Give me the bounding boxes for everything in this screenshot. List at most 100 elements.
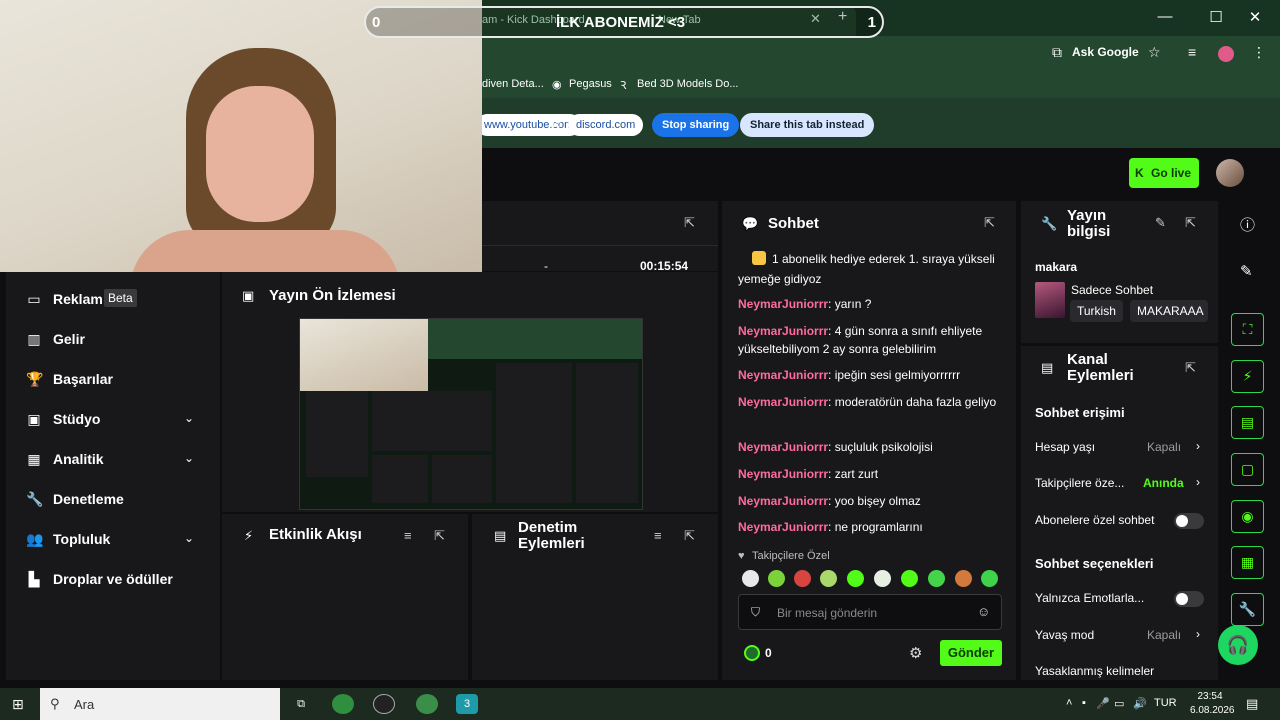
- bed-models-icon: Ꝛ: [620, 80, 627, 92]
- chat-message-input[interactable]: ⛉ Bir mesaj gönderin ☺: [738, 594, 1002, 630]
- webcam-overlay: [0, 0, 482, 272]
- emote-icon[interactable]: [955, 570, 972, 587]
- chat-username[interactable]: NeymarJuniorrr: [738, 467, 828, 481]
- wrench-icon: 🔧: [1041, 216, 1058, 231]
- emoji-icon[interactable]: ☺: [977, 604, 990, 619]
- beta-badge: Beta: [104, 289, 137, 307]
- edit-pencil-icon[interactable]: ✎: [1240, 262, 1253, 280]
- chrome-icon[interactable]: [332, 694, 354, 714]
- notifications-icon[interactable]: ▤: [1246, 696, 1258, 712]
- stop-sharing-button[interactable]: Stop sharing: [652, 113, 740, 137]
- minimize-icon[interactable]: —: [1150, 8, 1180, 25]
- slow-mode-label[interactable]: Yavaş mod: [1035, 628, 1094, 642]
- tray-app-icon[interactable]: ▪: [1082, 697, 1086, 709]
- microphone-icon[interactable]: 🎤: [1096, 697, 1110, 710]
- chat-username[interactable]: NeymarJuniorrr: [738, 395, 828, 409]
- windows-start-icon[interactable]: ⊞: [12, 696, 24, 713]
- chat-message: NeymarJuniorrr: yarın ?: [738, 297, 872, 311]
- emote-icon[interactable]: [847, 570, 864, 587]
- stream-timer: 00:15:54: [640, 259, 689, 273]
- broadcast-icon[interactable]: ◉: [1231, 500, 1264, 533]
- volume-icon[interactable]: 🔊: [1133, 697, 1147, 710]
- emote-icon[interactable]: [742, 570, 759, 587]
- followers-only-setting-label[interactable]: Takipçilere öze...: [1035, 476, 1124, 490]
- chrome-profile-icon[interactable]: [416, 694, 438, 714]
- chat-username[interactable]: NeymarJuniorrr: [738, 368, 828, 382]
- popout-icon[interactable]: ⇱: [684, 215, 695, 231]
- gift-sub-notice: 1 abonelik hediye ederek 1. sıraya yükse…: [752, 250, 1006, 268]
- channel-points-icon[interactable]: [744, 645, 760, 661]
- bookmark-item[interactable]: Pegasus: [569, 78, 612, 90]
- obs-icon[interactable]: [373, 694, 395, 714]
- profile-avatar[interactable]: [1218, 46, 1234, 62]
- lightning-icon[interactable]: ⚡: [1231, 360, 1264, 393]
- chevron-down-icon[interactable]: ⌄: [184, 451, 194, 465]
- popout-icon[interactable]: ⇱: [1185, 215, 1196, 231]
- task-view-icon[interactable]: ⧉: [290, 694, 312, 714]
- chat-bubble-icon[interactable]: ▢: [1231, 453, 1264, 486]
- send-button[interactable]: Gönder: [940, 640, 1002, 666]
- taskbar-clock[interactable]: 23:54 6.08.2026: [1190, 690, 1235, 718]
- chevron-right-icon[interactable]: ›: [1196, 439, 1200, 453]
- popout-icon[interactable]: ⇱: [984, 215, 995, 231]
- popout-icon[interactable]: ⇱: [1185, 360, 1196, 376]
- bookmark-item[interactable]: Bed 3D Models Do...: [637, 78, 739, 90]
- bookmark-star-icon[interactable]: ☆: [1148, 44, 1161, 61]
- battery-icon[interactable]: ▭: [1114, 697, 1124, 710]
- edit-pencil-icon[interactable]: ✎: [1155, 215, 1166, 231]
- popout-icon[interactable]: ⇱: [434, 528, 445, 544]
- maximize-icon[interactable]: ☐: [1201, 8, 1231, 26]
- chevron-down-icon[interactable]: ⌄: [184, 531, 194, 545]
- popout-icon[interactable]: ⇱: [684, 528, 695, 544]
- document-icon[interactable]: ▤: [1231, 406, 1264, 439]
- chevron-right-icon[interactable]: ›: [1196, 475, 1200, 489]
- emote-icon[interactable]: [981, 570, 998, 587]
- info-icon[interactable]: ⓘ: [1240, 214, 1255, 235]
- divider: [482, 245, 718, 246]
- filter-icon[interactable]: ≡: [404, 528, 412, 543]
- emote-icon[interactable]: [768, 570, 785, 587]
- menu-dots-icon[interactable]: ⋮: [1252, 44, 1266, 61]
- emote-icon[interactable]: [901, 570, 918, 587]
- ask-google-button[interactable]: Ask Google: [1072, 45, 1139, 59]
- account-age-label[interactable]: Hesap yaşı: [1035, 440, 1095, 454]
- filter-icon[interactable]: ≡: [654, 528, 662, 543]
- app-icon[interactable]: 3: [456, 694, 478, 714]
- bookmarks-bar: diven Deta... ◉ Pegasus Ꝛ Bed 3D Models …: [476, 72, 1280, 98]
- gear-icon[interactable]: ⚙: [909, 644, 922, 662]
- chat-username[interactable]: NeymarJuniorrr: [738, 297, 828, 311]
- chevron-right-icon[interactable]: ›: [1196, 627, 1200, 641]
- fullscreen-icon[interactable]: ⛶: [1231, 313, 1264, 346]
- emotes-only-toggle[interactable]: [1174, 591, 1204, 607]
- emote-icon[interactable]: [928, 570, 945, 587]
- chat-username[interactable]: NeymarJuniorrr: [738, 440, 828, 454]
- user-avatar[interactable]: [1216, 159, 1244, 187]
- chat-username[interactable]: NeymarJuniorrr: [738, 520, 828, 534]
- subscribers-only-toggle[interactable]: [1174, 513, 1204, 529]
- emote-icon[interactable]: [794, 570, 811, 587]
- help-chat-icon[interactable]: 🎧: [1218, 625, 1258, 665]
- shield-icon: ⛉: [751, 605, 761, 619]
- dashboard-header: K Go live: [482, 148, 1280, 198]
- banned-words-label[interactable]: Yasaklanmış kelimeler: [1035, 664, 1154, 678]
- bookmark-item[interactable]: diven Deta...: [482, 78, 544, 90]
- search-icon: ⚲: [50, 696, 60, 711]
- tray-arrow-icon[interactable]: ˄: [1066, 697, 1072, 709]
- share-this-tab-button[interactable]: Share this tab instead: [740, 113, 875, 137]
- wrench-icon[interactable]: 🔧: [1231, 593, 1264, 626]
- chevron-down-icon[interactable]: ⌄: [184, 411, 194, 425]
- layout-icon[interactable]: ▦: [1231, 546, 1264, 579]
- taskbar-search-input[interactable]: ⚲ Ara: [40, 688, 280, 720]
- emote-icon[interactable]: [874, 570, 891, 587]
- emote-icon[interactable]: [820, 570, 837, 587]
- go-live-button[interactable]: K Go live: [1129, 158, 1199, 188]
- activity-feed-panel: ⚡ Etkinlik Akışı ≡ ⇱: [222, 514, 468, 680]
- close-window-icon[interactable]: ✕: [1240, 8, 1270, 26]
- stream-preview-video[interactable]: [299, 318, 643, 510]
- chat-username[interactable]: NeymarJuniorrr: [738, 324, 828, 338]
- language-indicator[interactable]: TUR: [1154, 697, 1177, 709]
- chat-message: NeymarJuniorrr: suçluluk psikolojisi: [738, 440, 933, 454]
- media-controls-icon[interactable]: ≡: [1188, 44, 1196, 60]
- kick-logo-icon: K: [1135, 166, 1144, 180]
- chat-username[interactable]: NeymarJuniorrr: [738, 494, 828, 508]
